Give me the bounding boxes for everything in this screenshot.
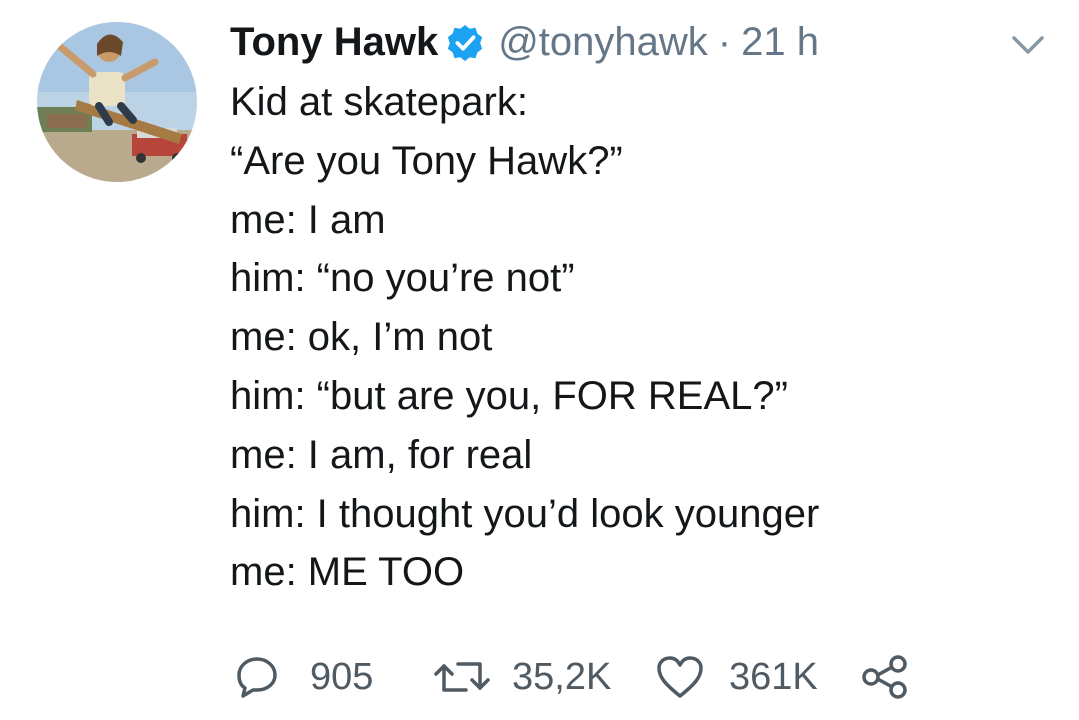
share-button[interactable] [860, 654, 910, 700]
display-name[interactable]: Tony Hawk [230, 16, 438, 68]
retweet-icon [432, 654, 492, 700]
retweet-count: 35,2K [512, 655, 612, 698]
handle[interactable]: @tonyhawk [498, 16, 708, 68]
reply-button[interactable]: 905 [234, 654, 373, 700]
tweet-header: Tony Hawk @tonyhawk · 21 h [230, 16, 819, 68]
share-icon [860, 654, 910, 700]
avatar[interactable] [37, 22, 197, 182]
tweet-line: me: I am, for real [230, 432, 533, 477]
tweet-line: him: I thought you’d look younger [230, 491, 820, 536]
retweet-button[interactable]: 35,2K [432, 654, 611, 700]
tweet-actions: 905 35,2K 361K [0, 650, 1079, 710]
verified-badge-icon [446, 23, 484, 62]
separator-dot: · [717, 20, 732, 64]
like-count: 361K [729, 655, 818, 698]
tweet-line: me: ME TOO [230, 550, 465, 595]
heart-icon [655, 654, 705, 700]
tweet-line: Kid at skatepark: [230, 80, 528, 124]
reply-count: 905 [310, 655, 374, 698]
tweet-line: “Are you Tony Hawk?” [230, 138, 623, 183]
avatar-image [37, 22, 197, 182]
like-button[interactable]: 361K [655, 654, 818, 700]
tweet-text: Kid at skatepark: “Are you Tony Hawk?” m… [230, 73, 819, 602]
tweet-line: me: ok, I’m not [230, 315, 493, 360]
timestamp[interactable]: 21 h [741, 16, 819, 68]
tweet-line: him: “but are you, FOR REAL?” [230, 373, 788, 418]
tweet-line: him: “no you’re not” [230, 256, 575, 301]
reply-icon [234, 654, 280, 700]
tweet-line: me: I am [230, 197, 386, 242]
chevron-down-icon[interactable] [1008, 30, 1048, 60]
